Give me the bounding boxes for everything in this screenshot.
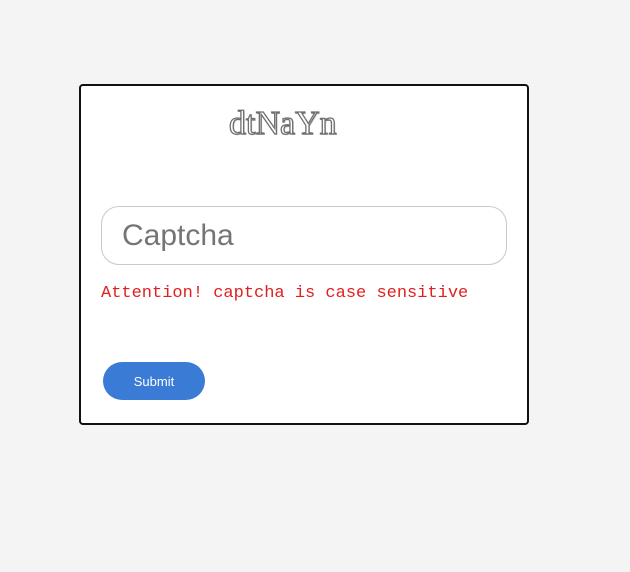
captcha-form-card: dtNaYn Attention! captcha is case sensit…: [79, 84, 529, 425]
case-sensitive-warning: Attention! captcha is case sensitive: [101, 284, 469, 303]
submit-button[interactable]: Submit: [103, 362, 205, 400]
captcha-image-text: dtNaYn: [228, 104, 337, 142]
captcha-input[interactable]: [101, 206, 507, 265]
